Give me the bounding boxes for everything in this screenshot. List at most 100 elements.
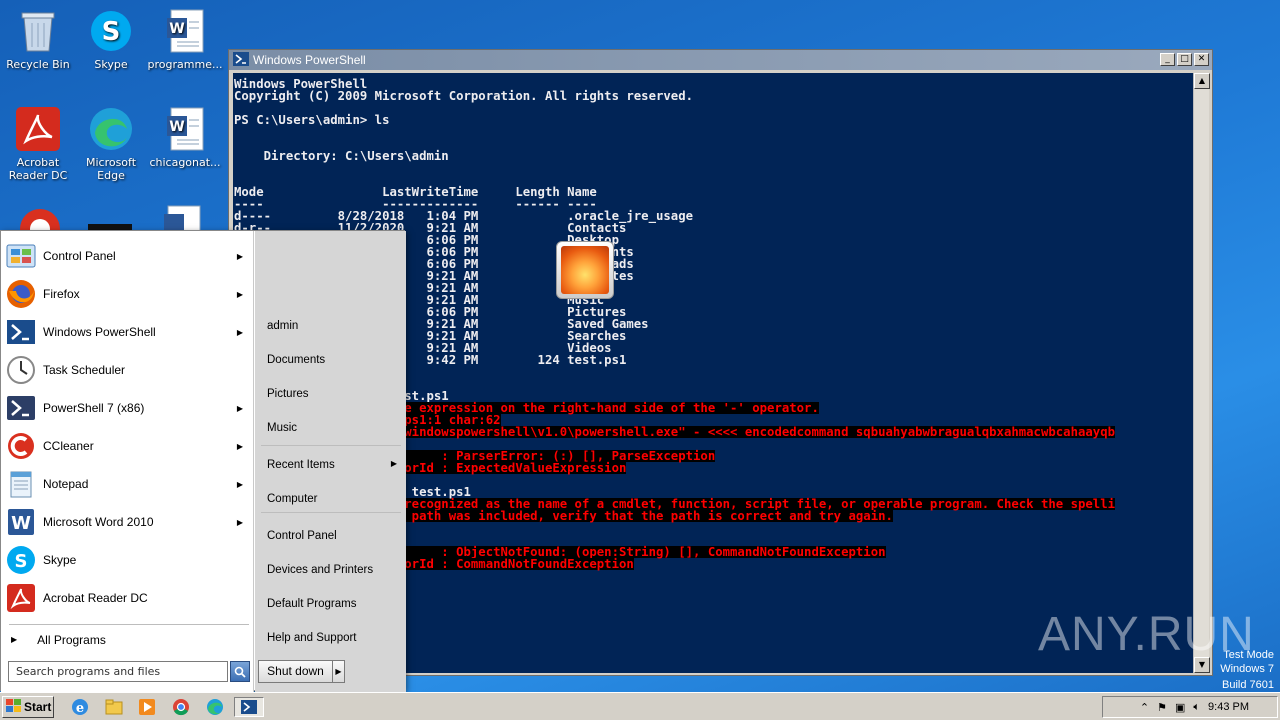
start-menu-item-label: Notepad (43, 477, 89, 491)
start-menu-item[interactable]: PowerShell 7 (x86) ▶ (5, 391, 253, 425)
powershell-icon (233, 51, 249, 69)
word-icon: W (5, 506, 37, 538)
start-menu-item[interactable]: W Microsoft Word 2010 ▶ (5, 505, 253, 539)
start-label: Start (24, 700, 52, 714)
shutdown-button[interactable]: Shut down (258, 660, 333, 683)
start-menu-item[interactable]: Task Scheduler (5, 353, 253, 387)
powershell-taskbar-button[interactable] (234, 697, 264, 717)
flower-picture-icon (561, 246, 609, 294)
media-player-icon[interactable] (136, 697, 158, 717)
start-menu[interactable]: Control Panel ▶ Firefox ▶ Windows PowerShell… (0, 230, 614, 692)
start-menu-item[interactable]: S Skype (5, 543, 253, 577)
desktop-icon-label: chicagonat... (149, 156, 221, 169)
start-menu-place-music[interactable]: Music (267, 422, 397, 434)
flag-icon[interactable]: ⚑ (1157, 701, 1167, 714)
desktop-icon-label: programme... (147, 58, 223, 71)
ccleaner-desktop-icon[interactable] (18, 205, 62, 231)
submenu-arrow-icon: ▶ (236, 517, 243, 527)
control-panel-icon (5, 240, 37, 272)
start-menu-item-label: Acrobat Reader DC (43, 591, 148, 605)
submenu-arrow-icon: ▶ (236, 403, 243, 413)
skype-icon: S (5, 544, 37, 576)
desktop-icon-label: Skype (94, 58, 128, 71)
desktop-icon-label: Microsoft Edge (85, 156, 137, 182)
start-menu-item-label: CCleaner (43, 439, 94, 453)
desktop-icon-edge[interactable]: Microsoft Edge (73, 102, 149, 182)
word-doc-icon: W (162, 106, 208, 152)
ie-icon[interactable]: e (69, 697, 91, 717)
start-menu-item-label: Control Panel (43, 249, 116, 263)
start-menu-item[interactable]: Windows PowerShell ▶ (5, 315, 253, 349)
console-line: Directory: C:\Users\admin (234, 149, 449, 163)
network-icon[interactable]: ▣ (1175, 701, 1185, 714)
desktop-icon-programme[interactable]: W programme... (147, 4, 223, 71)
show-hidden-icons-icon[interactable]: ⌃ (1140, 701, 1149, 714)
start-menu-item[interactable]: CCleaner ▶ (5, 429, 253, 463)
start-menu-place-computer[interactable]: Computer (267, 493, 397, 505)
window-titlebar[interactable]: Windows PowerShell (229, 50, 1212, 70)
system-tray: ⌃ ⚑ ▣ 🔈︎ 9:43 PM (1102, 696, 1278, 718)
divider (9, 624, 249, 625)
submenu-arrow-icon: ▶ (390, 459, 397, 468)
maximize-button[interactable]: □ (1177, 53, 1192, 66)
start-menu-place-admin[interactable]: admin (267, 320, 397, 332)
start-menu-place-devices-and-printers[interactable]: Devices and Printers (267, 564, 397, 576)
start-menu-item-label: Microsoft Word 2010 (43, 515, 154, 529)
start-menu-programs: Control Panel ▶ Firefox ▶ Windows PowerShell… (1, 231, 254, 692)
start-menu-place-default-programs[interactable]: Default Programs (267, 598, 397, 610)
search-icon[interactable] (230, 661, 250, 682)
place-label: Computer (267, 493, 318, 505)
volume-icon[interactable]: 🔈︎ (1193, 701, 1200, 714)
os-name-label: Windows 7 (1220, 663, 1274, 675)
desktop-icon-skype[interactable]: S Skype (73, 4, 149, 71)
all-programs-button[interactable]: ▶ All Programs (11, 633, 106, 647)
console-line: PS C:\Users\admin> ls (234, 113, 390, 127)
edge-icon[interactable] (204, 697, 226, 717)
search-input[interactable]: Search programs and files (8, 661, 228, 682)
start-menu-item[interactable]: Firefox ▶ (5, 277, 253, 311)
acrobat-icon (15, 106, 61, 152)
start-button[interactable]: Start (2, 696, 54, 718)
start-menu-place-control-panel[interactable]: Control Panel (267, 530, 397, 542)
svg-text:W: W (11, 513, 31, 534)
submenu-arrow-icon: ▶ (236, 441, 243, 451)
start-menu-place-help-and-support[interactable]: Help and Support (267, 632, 397, 644)
start-menu-place-recent-items[interactable]: Recent Items ▶ (267, 459, 397, 471)
all-programs-label: All Programs (37, 633, 106, 647)
scroll-up-icon[interactable]: ▲ (1194, 73, 1210, 89)
vertical-scrollbar[interactable]: ▲ ▼ (1193, 73, 1210, 673)
start-menu-place-documents[interactable]: Documents (267, 354, 397, 366)
start-menu-item[interactable]: Notepad ▶ (5, 467, 253, 501)
start-menu-item-label: Windows PowerShell (43, 325, 156, 339)
word-doc-icon[interactable] (162, 204, 206, 231)
start-menu-places: admin Documents Pictures Music Recent Items ▶… (255, 231, 614, 692)
start-menu-item-label: Skype (43, 553, 77, 567)
place-label: Default Programs (267, 598, 357, 610)
powershell7-icon (5, 392, 37, 424)
submenu-arrow-icon: ▶ (236, 479, 243, 489)
desktop-icon-recycle-bin[interactable]: Recycle Bin (0, 4, 76, 71)
notepad-icon (5, 468, 37, 500)
start-menu-item[interactable]: Control Panel ▶ (5, 239, 253, 273)
start-menu-place-pictures[interactable]: Pictures (267, 388, 397, 400)
start-menu-item[interactable]: Acrobat Reader DC (5, 581, 253, 615)
word-doc-icon: W (162, 8, 208, 54)
test-mode-label: Test Mode (1223, 649, 1274, 661)
place-label: Music (267, 422, 298, 434)
place-label: Recent Items (267, 459, 335, 471)
console-line: Copyright (C) 2009 Microsoft Corporation… (234, 89, 694, 103)
shutdown-options-arrow-icon[interactable]: ▶ (332, 660, 345, 683)
close-button[interactable]: ✕ (1194, 53, 1209, 66)
minimize-button[interactable]: _ (1160, 53, 1175, 66)
desktop-icon-label: Recycle Bin (6, 58, 70, 71)
explorer-icon[interactable] (103, 697, 125, 717)
chrome-icon[interactable] (170, 697, 192, 717)
desktop-icon-chicagonat[interactable]: W chicagonat... (147, 102, 223, 169)
build-label: Build 7601 (1222, 679, 1274, 691)
clock[interactable]: 9:43 PM (1208, 701, 1249, 713)
svg-text:S: S (102, 17, 121, 47)
divider (261, 445, 401, 446)
place-label: Help and Support (267, 632, 357, 644)
user-avatar[interactable] (556, 241, 614, 299)
desktop-icon-acrobat[interactable]: Acrobat Reader DC (0, 102, 76, 182)
